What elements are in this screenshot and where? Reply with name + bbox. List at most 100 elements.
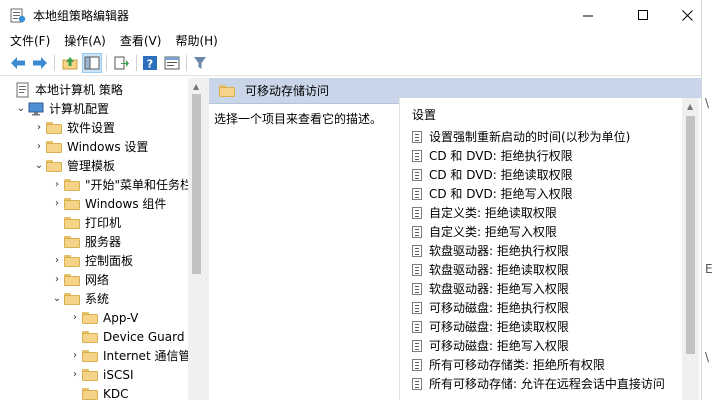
setting-row[interactable]: 自定义类: 拒绝读取权限 bbox=[400, 203, 682, 222]
tree-item-label: App-V bbox=[103, 310, 139, 325]
tree-item-app-v[interactable]: › App-V bbox=[68, 308, 138, 327]
chevron-right-icon[interactable]: › bbox=[50, 198, 64, 209]
tree-item-label: 系统 bbox=[85, 292, 110, 306]
chevron-right-icon[interactable]: › bbox=[68, 312, 82, 323]
scroll-up-icon[interactable]: ▲ bbox=[687, 102, 693, 111]
setting-label: 可移动磁盘: 拒绝写入权限 bbox=[429, 339, 569, 353]
minimize-icon bbox=[582, 15, 593, 16]
tree-item-software-settings[interactable]: › 软件设置 bbox=[32, 118, 115, 137]
properties-button[interactable] bbox=[162, 53, 182, 73]
chevron-right-icon[interactable]: › bbox=[68, 369, 82, 380]
policy-setting-icon bbox=[412, 339, 422, 352]
policy-setting-icon bbox=[412, 320, 422, 333]
chevron-right-icon[interactable]: › bbox=[50, 179, 64, 190]
setting-label: 可移动磁盘: 拒绝读取权限 bbox=[429, 320, 569, 334]
show-hide-tree-button[interactable] bbox=[82, 53, 102, 73]
setting-row[interactable]: CD 和 DVD: 拒绝执行权限 bbox=[400, 146, 682, 165]
tree-item-windows-settings[interactable]: › Windows 设置 bbox=[32, 137, 148, 156]
tree-item-computer-config[interactable]: ⌄ 计算机配置 bbox=[14, 99, 109, 118]
setting-label: 自定义类: 拒绝写入权限 bbox=[429, 225, 557, 239]
up-folder-button[interactable] bbox=[60, 53, 80, 73]
tree-item-admin-templates[interactable]: ⌄ 管理模板 bbox=[32, 156, 115, 175]
folder-icon bbox=[82, 330, 98, 343]
settings-list[interactable]: 设置 设置强制重新启动的时间(以秒为单位) CD 和 DVD: 拒绝执行权限 C… bbox=[399, 98, 701, 400]
setting-row[interactable]: 可移动磁盘: 拒绝执行权限 bbox=[400, 298, 682, 317]
tree-item-network[interactable]: › 网络 bbox=[50, 270, 109, 289]
scroll-up-icon[interactable]: ▲ bbox=[193, 82, 199, 91]
tree-scrollbar[interactable]: ▲ bbox=[188, 78, 205, 400]
column-header-setting[interactable]: 设置 bbox=[400, 106, 682, 124]
setting-row[interactable]: 可移动磁盘: 拒绝读取权限 bbox=[400, 317, 682, 336]
tree-pane[interactable]: 本地计算机 策略 ⌄ 计算机配置 › 软件设置 › Windows 设置 ⌄ 管… bbox=[0, 78, 205, 400]
chevron-right-icon[interactable]: › bbox=[68, 350, 82, 361]
folder-icon bbox=[46, 159, 62, 172]
folder-icon bbox=[64, 178, 80, 191]
settings-scrollbar[interactable]: ▲ bbox=[682, 98, 699, 400]
setting-row[interactable]: CD 和 DVD: 拒绝写入权限 bbox=[400, 184, 682, 203]
chevron-down-icon[interactable]: ⌄ bbox=[32, 160, 46, 171]
tree-item-printers[interactable]: 打印机 bbox=[50, 213, 121, 232]
chevron-right-icon[interactable]: › bbox=[32, 122, 46, 133]
chevron-down-icon[interactable]: ⌄ bbox=[50, 293, 64, 304]
tree-item-server[interactable]: 服务器 bbox=[50, 232, 121, 251]
menu-view[interactable]: 查看(V) bbox=[120, 32, 162, 49]
help-button[interactable]: ? bbox=[140, 53, 160, 73]
setting-row[interactable]: 自定义类: 拒绝写入权限 bbox=[400, 222, 682, 241]
policy-setting-icon bbox=[412, 187, 422, 200]
chevron-right-icon[interactable]: › bbox=[50, 274, 64, 285]
filter-button[interactable] bbox=[190, 53, 210, 73]
folder-icon bbox=[64, 235, 80, 248]
tree-item-kdc[interactable]: KDC bbox=[68, 384, 129, 400]
setting-row[interactable]: 可移动磁盘: 拒绝写入权限 bbox=[400, 336, 682, 355]
settings-scrollbar-thumb[interactable] bbox=[686, 116, 695, 354]
tree-item-windows-components[interactable]: › Windows 组件 bbox=[50, 194, 166, 213]
back-icon bbox=[11, 57, 25, 69]
folder-icon bbox=[64, 273, 80, 286]
group-policy-editor-window: 本地组策略编辑器 文件(F) 操作(A) 查看(V) 帮助(H) ? 本地计算机… bbox=[0, 0, 715, 400]
computer-icon bbox=[28, 102, 44, 115]
menu-bar: 文件(F) 操作(A) 查看(V) 帮助(H) bbox=[0, 30, 701, 50]
setting-row[interactable]: 软盘驱动器: 拒绝执行权限 bbox=[400, 241, 682, 260]
folder-icon bbox=[219, 84, 235, 97]
setting-row[interactable]: 所有可移动存储类: 拒绝所有权限 bbox=[400, 355, 682, 374]
folder-icon bbox=[64, 292, 80, 305]
chevron-down-icon[interactable]: ⌄ bbox=[14, 103, 28, 114]
folder-icon bbox=[82, 349, 98, 362]
setting-label: CD 和 DVD: 拒绝写入权限 bbox=[429, 187, 573, 201]
tree-item-device-guard[interactable]: Device Guard bbox=[68, 327, 184, 346]
chevron-right-icon[interactable]: › bbox=[50, 255, 64, 266]
forward-icon bbox=[33, 57, 47, 69]
setting-row[interactable]: 所有可移动存储: 允许在远程会话中直接访问 bbox=[400, 374, 682, 393]
setting-row[interactable]: CD 和 DVD: 拒绝读取权限 bbox=[400, 165, 682, 184]
tree-item-label: 计算机配置 bbox=[49, 102, 110, 116]
back-button[interactable] bbox=[8, 53, 28, 73]
computer-policy-icon bbox=[16, 82, 29, 97]
menu-action[interactable]: 操作(A) bbox=[64, 32, 106, 49]
menu-file[interactable]: 文件(F) bbox=[10, 32, 50, 49]
setting-label: CD 和 DVD: 拒绝读取权限 bbox=[429, 168, 573, 182]
tree-item-iscsi[interactable]: › iSCSI bbox=[68, 365, 134, 384]
menu-help[interactable]: 帮助(H) bbox=[175, 32, 217, 49]
setting-row[interactable]: 软盘驱动器: 拒绝读取权限 bbox=[400, 260, 682, 279]
tree-item-internet-comm-mgmt[interactable]: › Internet 通信管理 bbox=[68, 346, 202, 365]
maximize-icon bbox=[637, 9, 648, 20]
setting-label: 设置强制重新启动的时间(以秒为单位) bbox=[429, 130, 631, 144]
tree-scrollbar-thumb[interactable] bbox=[192, 94, 201, 274]
toolbar-separator bbox=[106, 55, 107, 71]
minimize-button[interactable] bbox=[565, 0, 611, 30]
maximize-button[interactable] bbox=[620, 0, 666, 30]
forward-button[interactable] bbox=[30, 53, 50, 73]
show-hide-tree-icon bbox=[84, 56, 100, 70]
setting-row[interactable]: 软盘驱动器: 拒绝写入权限 bbox=[400, 279, 682, 298]
policy-setting-icon bbox=[412, 168, 422, 181]
tree-item-local-computer-policy[interactable]: 本地计算机 策略 bbox=[2, 80, 123, 99]
tree-item-control-panel[interactable]: › 控制面板 bbox=[50, 251, 133, 270]
tree-item-system[interactable]: ⌄ 系统 bbox=[50, 289, 109, 308]
up-folder-icon bbox=[62, 57, 78, 70]
export-list-button[interactable] bbox=[112, 53, 132, 73]
setting-row[interactable]: 设置强制重新启动的时间(以秒为单位) bbox=[400, 127, 682, 146]
help-icon: ? bbox=[143, 56, 157, 71]
chevron-right-icon[interactable]: › bbox=[32, 141, 46, 152]
tree-item-start-menu-taskbar[interactable]: › "开始"菜单和任务栏 bbox=[50, 175, 192, 194]
details-pane: 可移动存储访问 选择一个项目来查看它的描述。 设置 设置强制重新启动的时间(以秒… bbox=[209, 78, 701, 400]
